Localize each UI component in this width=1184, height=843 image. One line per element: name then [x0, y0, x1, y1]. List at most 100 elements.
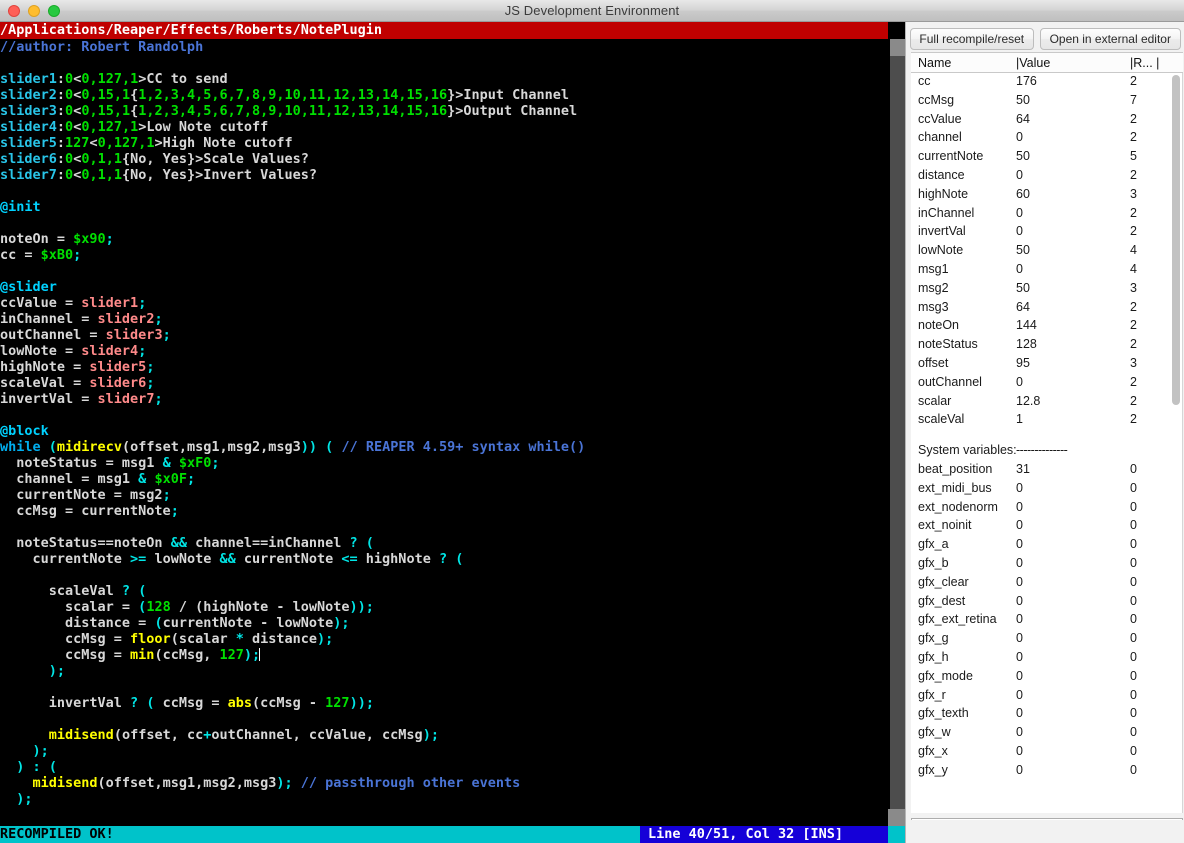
- code-token: (: [49, 759, 57, 775]
- variable-row[interactable]: currentNote505: [911, 148, 1182, 167]
- editor-vscroll-thumb[interactable]: [890, 56, 905, 826]
- code-line: );: [0, 743, 888, 759]
- code-line: channel = msg1 & $x0F;: [0, 471, 888, 487]
- variable-refcount: 0: [1130, 556, 1137, 570]
- variable-row[interactable]: gfx_r00: [911, 687, 1182, 706]
- variables-list[interactable]: cc1762ccMsg507ccValue642channel02current…: [911, 73, 1183, 813]
- code-text-area[interactable]: //author: Robert Randolph slider1:0<0,12…: [0, 39, 888, 826]
- variable-row[interactable]: ext_nodenorm00: [911, 499, 1182, 518]
- code-token: &&: [171, 535, 187, 551]
- code-line: slider2:0<0,15,1{1,2,3,4,5,6,7,8,9,10,11…: [0, 87, 888, 103]
- code-line: [0, 567, 888, 583]
- variable-refcount: 0: [1130, 575, 1137, 589]
- code-token: ;: [366, 599, 374, 615]
- variable-row[interactable]: outChannel02: [911, 374, 1182, 393]
- code-token: abs: [228, 695, 252, 711]
- variables-list-scrollbar[interactable]: [1171, 73, 1182, 813]
- variable-row[interactable]: ext_midi_bus00: [911, 480, 1182, 499]
- variable-row[interactable]: channel02: [911, 129, 1182, 148]
- editor-vertical-scrollbar[interactable]: [888, 39, 905, 826]
- variable-row[interactable]: inChannel02: [911, 205, 1182, 224]
- variable-row[interactable]: gfx_x00: [911, 743, 1182, 762]
- variable-row[interactable]: ccValue642: [911, 111, 1182, 130]
- variables-list-scroll-thumb[interactable]: [1172, 75, 1180, 405]
- variable-row[interactable]: scaleVal12: [911, 411, 1182, 430]
- variable-row[interactable]: gfx_ext_retina00: [911, 611, 1182, 630]
- code-token: ;: [24, 791, 32, 807]
- open-in-external-editor-button[interactable]: Open in external editor: [1040, 28, 1181, 50]
- variable-row[interactable]: gfx_mode00: [911, 668, 1182, 687]
- code-line: [0, 711, 888, 727]
- variable-row[interactable]: gfx_h00: [911, 649, 1182, 668]
- code-line: slider5:127<0,127,1>High Note cutoff: [0, 135, 888, 151]
- variable-row[interactable]: gfx_texth00: [911, 705, 1182, 724]
- variable-row[interactable]: offset953: [911, 355, 1182, 374]
- code-token: slider1: [0, 71, 57, 87]
- code-token: 0: [65, 103, 73, 119]
- code-line: scaleVal ? (: [0, 583, 888, 599]
- code-line: ccMsg = floor(scalar * distance);: [0, 631, 888, 647]
- variable-row[interactable]: noteOn1442: [911, 317, 1182, 336]
- code-line: invertVal ? ( ccMsg = abs(ccMsg - 127));: [0, 695, 888, 711]
- system-variables-header[interactable]: System variables:--------------: [911, 442, 1182, 461]
- variable-row[interactable]: scalar12.82: [911, 393, 1182, 412]
- window-title: JS Development Environment: [0, 3, 1184, 18]
- variable-name: gfx_w: [918, 725, 951, 739]
- window-titlebar: JS Development Environment: [0, 0, 1184, 22]
- variable-row[interactable]: ext_noinit00: [911, 517, 1182, 536]
- column-header-name: Name: [918, 56, 951, 70]
- zoom-button[interactable]: [48, 5, 60, 17]
- variable-row[interactable]: noteStatus1282: [911, 336, 1182, 355]
- code-token: $xF0: [179, 455, 212, 471]
- editor-vscroll-up-region[interactable]: [890, 39, 905, 56]
- editor-horizontal-scrollbar[interactable]: [0, 809, 888, 826]
- variable-refcount: 2: [1130, 375, 1137, 389]
- variable-row[interactable]: beat_position310: [911, 461, 1182, 480]
- code-token: ?: [130, 695, 138, 711]
- full-recompile-reset-button[interactable]: Full recompile/reset: [910, 28, 1034, 50]
- variable-row[interactable]: invertVal02: [911, 223, 1182, 242]
- code-token: invertVal =: [0, 391, 98, 407]
- code-token: 0: [65, 167, 73, 183]
- variable-row[interactable]: gfx_clear00: [911, 574, 1182, 593]
- code-token: {No, Yes}>: [122, 151, 203, 167]
- variable-value: 0: [1016, 168, 1023, 182]
- variable-row[interactable]: gfx_y00: [911, 762, 1182, 781]
- variable-row[interactable]: msg2503: [911, 280, 1182, 299]
- variable-value: 144: [1016, 318, 1037, 332]
- variable-row[interactable]: msg3642: [911, 299, 1182, 318]
- code-line: currentNote >= lowNote && currentNote <=…: [0, 551, 888, 567]
- variable-value: 50: [1016, 281, 1030, 295]
- variable-row[interactable]: gfx_dest00: [911, 593, 1182, 612]
- variable-refcount: 7: [1130, 93, 1137, 107]
- variable-value: 0: [1016, 518, 1023, 532]
- variable-row[interactable]: cc1762: [911, 73, 1182, 92]
- close-button[interactable]: [8, 5, 20, 17]
- variable-value: 50: [1016, 149, 1030, 163]
- code-token: (: [366, 535, 374, 551]
- code-token: floor: [130, 631, 171, 647]
- variable-row[interactable]: highNote603: [911, 186, 1182, 205]
- variable-row[interactable]: gfx_a00: [911, 536, 1182, 555]
- variable-row[interactable]: msg104: [911, 261, 1182, 280]
- variable-row[interactable]: gfx_g00: [911, 630, 1182, 649]
- variable-name: ext_nodenorm: [918, 500, 998, 514]
- variable-row[interactable]: gfx_b00: [911, 555, 1182, 574]
- code-token: slider5: [89, 359, 146, 375]
- variable-row[interactable]: distance02: [911, 167, 1182, 186]
- variable-row[interactable]: lowNote504: [911, 242, 1182, 261]
- code-token: (: [455, 551, 463, 567]
- code-token: distance =: [0, 615, 154, 631]
- code-token: slider5: [0, 135, 57, 151]
- code-line: //author: Robert Randolph: [0, 39, 888, 55]
- variable-name: noteOn: [918, 318, 959, 332]
- variable-row[interactable]: ccMsg507: [911, 92, 1182, 111]
- variables-table-header: Name |Value |R... |: [911, 52, 1183, 73]
- variable-value: 0: [1016, 556, 1023, 570]
- variable-refcount: 2: [1130, 224, 1137, 238]
- code-token: while: [0, 439, 41, 455]
- minimize-button[interactable]: [28, 5, 40, 17]
- code-token: 0: [65, 87, 73, 103]
- editor-hscroll-thumb[interactable]: [778, 809, 888, 826]
- variable-row[interactable]: gfx_w00: [911, 724, 1182, 743]
